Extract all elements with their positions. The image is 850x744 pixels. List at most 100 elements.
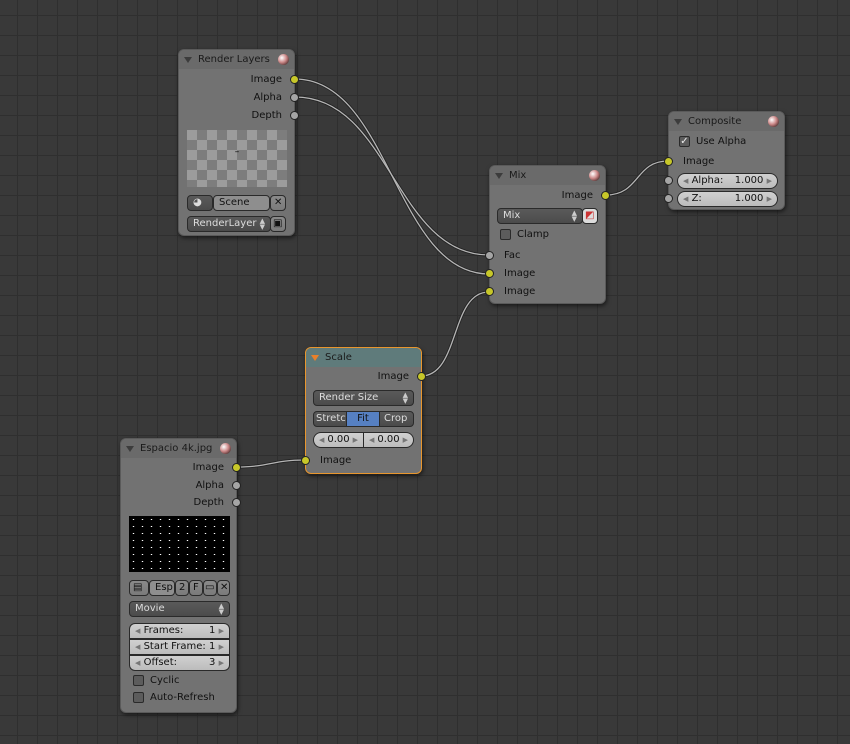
- node-header[interactable]: Render Layers: [179, 50, 294, 69]
- preview-sphere-icon[interactable]: [220, 443, 231, 454]
- use-alpha-toggle[interactable]: ◩: [582, 208, 598, 224]
- collapse-icon[interactable]: [674, 118, 682, 125]
- space-label: Render Size: [319, 392, 379, 403]
- link-scale-mix: [420, 291, 490, 377]
- mode-stretch-button[interactable]: Stretc: [313, 411, 347, 427]
- z-field[interactable]: ◀ Z: 1.000 ▶: [677, 191, 778, 207]
- socket-image-out[interactable]: [290, 75, 299, 84]
- render-layer-label: RenderLayer: [193, 218, 257, 229]
- space-select[interactable]: Render Size ▲ ▼: [313, 390, 414, 406]
- image-users-button[interactable]: 2: [175, 580, 189, 596]
- socket-z-in[interactable]: [664, 194, 673, 203]
- scale-node[interactable]: Scale Image Render Size ▲ ▼ Stretc Fit Cro…: [301, 347, 426, 474]
- image-preview: [129, 516, 230, 572]
- clamp-label: Clamp: [517, 229, 549, 240]
- alpha-value: 1.000: [734, 175, 764, 186]
- socket-image-out[interactable]: [601, 191, 610, 200]
- clamp-checkbox[interactable]: [500, 229, 511, 240]
- cyclic-checkbox[interactable]: [133, 675, 144, 686]
- image-icon: ▤: [133, 582, 143, 593]
- image-browse-button[interactable]: ▤: [129, 580, 149, 596]
- scene-clear-button[interactable]: ✕: [270, 195, 286, 211]
- auto-refresh-checkbox[interactable]: [133, 692, 144, 703]
- render-layers-node[interactable]: Render Layers Image Alpha Depth – ◕ Scen…: [178, 49, 299, 236]
- render-button[interactable]: ▣: [270, 216, 286, 232]
- offset-x-value: 0.00: [327, 434, 350, 445]
- render-preview: –: [187, 130, 287, 187]
- offset-x-field[interactable]: ◀ 0.00 ▶: [313, 432, 364, 448]
- updown-icon: ▲ ▼: [218, 602, 224, 616]
- socket-alpha-in[interactable]: [664, 176, 673, 185]
- render-layer-select[interactable]: RenderLayer ▲ ▼: [187, 216, 271, 232]
- node-header[interactable]: Espacio 4k.jpg: [121, 439, 236, 458]
- unlink-button[interactable]: ✕: [217, 580, 230, 596]
- preview-sphere-icon[interactable]: [278, 54, 289, 65]
- fake-user-button[interactable]: F: [189, 580, 203, 596]
- node-header[interactable]: Scale: [306, 348, 421, 367]
- frames-value: 1: [209, 625, 216, 636]
- use-alpha-checkbox[interactable]: ✓: [679, 136, 690, 147]
- blend-type-label: Mix: [503, 210, 521, 221]
- collapse-icon[interactable]: [184, 56, 192, 63]
- input-image-2: Image: [504, 286, 536, 297]
- socket-image-in[interactable]: [301, 456, 310, 465]
- updown-icon: ▲ ▼: [571, 209, 577, 223]
- socket-image-out[interactable]: [417, 372, 426, 381]
- output-depth: Depth: [251, 110, 282, 121]
- node-header[interactable]: Composite: [669, 112, 784, 131]
- collapse-icon[interactable]: [126, 445, 134, 452]
- source-select[interactable]: Movie ▲ ▼: [129, 601, 230, 617]
- socket-image2-in[interactable]: [485, 287, 494, 296]
- image-name-field[interactable]: Esp: [149, 580, 175, 596]
- mode-crop-button[interactable]: Crop: [379, 411, 414, 427]
- mode-fit-button[interactable]: Fit: [346, 411, 380, 427]
- preview-sphere-icon[interactable]: [768, 116, 779, 127]
- cyclic-label: Cyclic: [150, 675, 180, 686]
- mix-node[interactable]: Mix Image Mix ▲ ▼ ◩ Clamp Fac Image Image: [485, 165, 610, 304]
- frames-label: Frames:: [143, 625, 184, 636]
- alpha-field[interactable]: ◀ Alpha: 1.000 ▶: [677, 173, 778, 189]
- input-fac: Fac: [504, 250, 521, 261]
- close-icon: ✕: [220, 582, 229, 593]
- node-title: Scale: [325, 352, 352, 363]
- node-title: Mix: [509, 170, 527, 181]
- composite-node[interactable]: Composite ✓ Use Alpha Image ◀ Alpha: 1.00…: [664, 111, 785, 210]
- socket-depth-out[interactable]: [232, 498, 241, 507]
- preview-mark: –: [234, 147, 240, 157]
- offset-field[interactable]: ◀ Offset: 3 ▶: [129, 655, 230, 671]
- input-image-1: Image: [504, 268, 536, 279]
- frames-field[interactable]: ◀ Frames: 1 ▶: [129, 623, 230, 639]
- scene-browse-button[interactable]: ◕: [187, 195, 213, 211]
- offset-y-field[interactable]: ◀ 0.00 ▶: [363, 432, 414, 448]
- socket-depth-out[interactable]: [290, 111, 299, 120]
- scene-field[interactable]: Scene: [213, 195, 270, 211]
- folder-icon: ▭: [205, 582, 215, 593]
- node-header[interactable]: Mix: [490, 166, 605, 185]
- preview-sphere-icon[interactable]: [589, 170, 600, 181]
- link-rl-alpha-mix-fac: [294, 96, 490, 256]
- socket-fac-in[interactable]: [485, 251, 494, 260]
- node-title: Render Layers: [198, 54, 270, 65]
- start-frame-field[interactable]: ◀ Start Frame: 1 ▶: [129, 639, 230, 655]
- socket-alpha-out[interactable]: [232, 481, 241, 490]
- source-label: Movie: [135, 603, 165, 614]
- blend-type-select[interactable]: Mix ▲ ▼: [497, 208, 583, 224]
- socket-alpha-out[interactable]: [290, 93, 299, 102]
- offset-value: 3: [209, 657, 216, 668]
- open-button[interactable]: ▭: [203, 580, 217, 596]
- start-frame-value: 1: [209, 641, 216, 652]
- use-alpha-label: Use Alpha: [696, 136, 747, 147]
- socket-image-out[interactable]: [232, 463, 241, 472]
- node-title: Espacio 4k.jpg: [140, 443, 213, 454]
- collapse-icon[interactable]: [495, 172, 503, 179]
- output-image: Image: [377, 371, 409, 382]
- input-image: Image: [683, 156, 715, 167]
- updown-icon: ▲ ▼: [402, 391, 408, 405]
- collapse-icon[interactable]: [311, 354, 319, 361]
- image-node[interactable]: Espacio 4k.jpg Image Alpha Depth ▤ Esp 2…: [120, 438, 241, 713]
- socket-image1-in[interactable]: [485, 269, 494, 278]
- z-value: 1.000: [734, 193, 764, 204]
- alpha-label: Alpha:: [691, 175, 724, 186]
- node-title: Composite: [688, 116, 742, 127]
- socket-image-in[interactable]: [664, 157, 673, 166]
